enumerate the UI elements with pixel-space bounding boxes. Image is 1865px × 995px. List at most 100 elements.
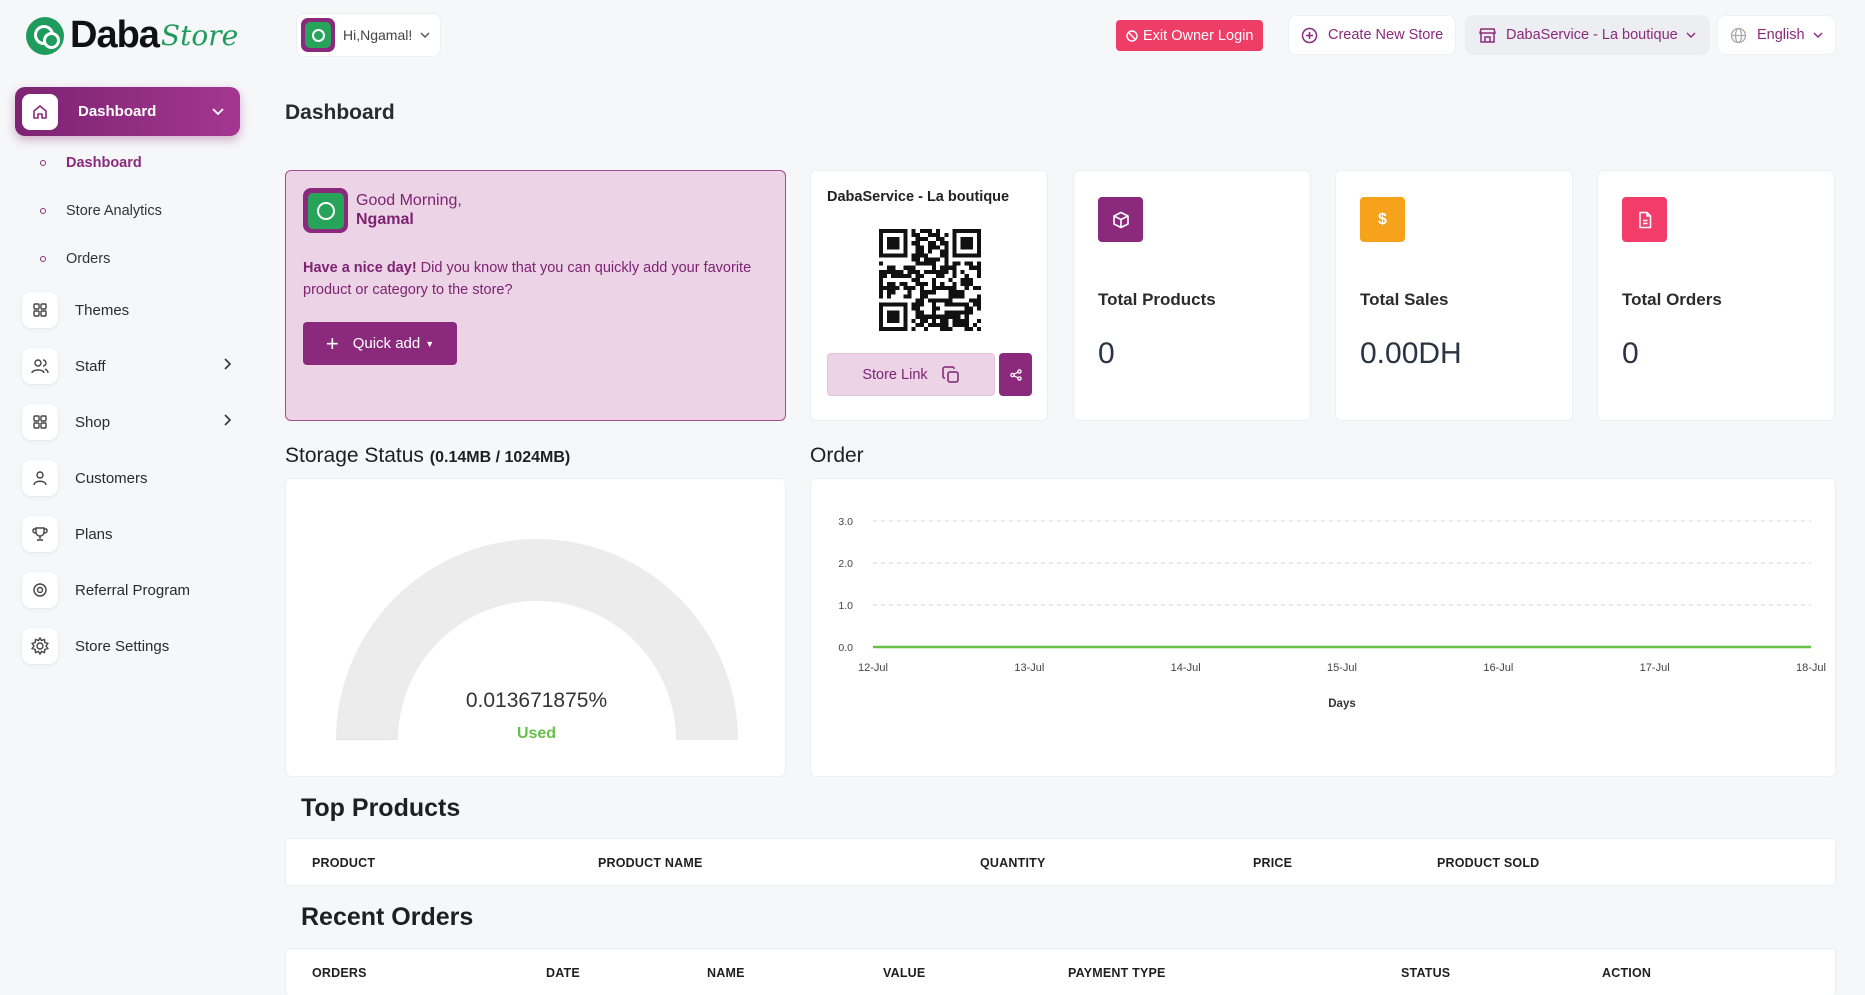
grid-icon — [22, 404, 58, 440]
share-button[interactable] — [999, 353, 1032, 396]
column-header[interactable]: PAYMENT TYPE — [1068, 966, 1166, 980]
column-header[interactable]: QUANTITY — [980, 856, 1046, 870]
create-new-store-button[interactable]: Create New Store — [1288, 15, 1457, 55]
sidebar-item-store-settings[interactable]: Store Settings — [22, 627, 232, 665]
subitem-dashboard[interactable]: Dashboard — [40, 155, 142, 171]
trophy-icon — [22, 516, 58, 552]
sidebar-item-staff[interactable]: Staff — [22, 347, 232, 385]
store-selector-label: DabaService - La boutique — [1506, 27, 1678, 43]
stat-total-products: Total Products 0 — [1073, 170, 1311, 421]
column-header[interactable]: ORDERS — [312, 966, 367, 980]
whatsapp-bag-icon — [305, 22, 331, 48]
y-tick-label: 3.0 — [838, 516, 853, 528]
target-icon — [22, 572, 58, 608]
chevron-down-icon — [420, 29, 430, 41]
subitem-store-analytics[interactable]: Store Analytics — [40, 203, 162, 219]
sidebar-item-shop[interactable]: Shop — [22, 403, 232, 441]
stat-value: 0.00DH — [1360, 337, 1462, 370]
logo-icon — [26, 16, 64, 55]
whatsapp-bag-icon — [307, 192, 344, 229]
y-tick-label: 2.0 — [838, 558, 853, 570]
column-header[interactable]: PRODUCT — [312, 856, 375, 870]
qr-modules — [879, 229, 981, 331]
column-header[interactable]: PRICE — [1253, 856, 1292, 870]
stat-total-sales: $ Total Sales 0.00DH — [1335, 170, 1573, 421]
column-header[interactable]: ACTION — [1602, 966, 1651, 980]
column-header[interactable]: NAME — [707, 966, 745, 980]
quick-add-label: Quick add — [352, 335, 421, 352]
storage-used-label: Used — [516, 725, 557, 742]
user-icon — [22, 460, 58, 496]
chevron-down-icon — [1813, 29, 1823, 41]
caret-down-icon: ▼ — [425, 338, 435, 349]
user-menu[interactable]: Hi,Ngamal! — [296, 13, 442, 57]
column-header[interactable]: DATE — [546, 966, 580, 980]
storage-card: 0.013671875% Used — [285, 478, 786, 777]
create-new-store-label: Create New Store — [1328, 27, 1444, 43]
sidebar: Daba Store Dashboard Dashboard Store Ana… — [0, 0, 255, 995]
stat-label: Total Products — [1098, 290, 1216, 309]
recent-orders-title: Recent Orders — [301, 903, 474, 931]
sidebar-item-label: Dashboard — [78, 103, 157, 120]
x-tick-label: 15-Jul — [1327, 662, 1357, 674]
stat-value: 0 — [1098, 337, 1115, 370]
column-header[interactable]: VALUE — [883, 966, 925, 980]
sidebar-item-themes[interactable]: Themes — [22, 291, 232, 329]
storage-title-text: Storage Status — [285, 444, 424, 467]
storage-usage: (0.14MB / 1024MB) — [429, 449, 571, 466]
store-link-label: Store Link — [862, 366, 928, 383]
home-icon — [22, 93, 58, 130]
users-icon — [22, 348, 58, 384]
plus-circle-icon — [1301, 27, 1318, 44]
avatar — [301, 18, 335, 52]
sidebar-item-label: Customers — [75, 469, 148, 487]
x-tick-label: 13-Jul — [1014, 662, 1044, 674]
bullet-icon — [40, 208, 46, 214]
x-axis-label: Days — [1328, 698, 1356, 710]
sidebar-item-customers[interactable]: Customers — [22, 459, 232, 497]
store-icon — [1479, 27, 1496, 43]
chevron-right-icon — [224, 357, 232, 375]
dollar-icon: $ — [1360, 197, 1405, 242]
welcome-message: Have a nice day! Did you know that you c… — [303, 257, 773, 301]
brand-accent: Store — [160, 19, 239, 52]
store-name: DabaService - La boutique — [827, 189, 1010, 205]
sidebar-item-dashboard[interactable]: Dashboard — [15, 87, 240, 136]
sidebar-item-label: Store Settings — [75, 637, 170, 655]
order-title: Order — [810, 444, 864, 467]
top-products-title: Top Products — [301, 794, 461, 822]
welcome-greeting: Good Morning, — [356, 192, 462, 209]
storage-status-title: Storage Status (0.14MB / 1024MB) — [285, 444, 570, 468]
x-tick-label: 12-Jul — [858, 662, 888, 674]
subitem-label: Dashboard — [66, 155, 142, 171]
subitem-orders[interactable]: Orders — [40, 251, 110, 267]
bullet-icon — [40, 160, 46, 166]
welcome-name: Ngamal — [356, 211, 414, 228]
brand-logo[interactable]: Daba Store — [26, 14, 238, 57]
plus-icon: + — [325, 330, 339, 356]
stat-value: 0 — [1622, 337, 1639, 370]
stat-label: Total Orders — [1622, 290, 1722, 309]
sidebar-item-label: Referral Program — [75, 581, 191, 599]
bullet-icon — [40, 256, 46, 262]
storage-percent: 0.013671875% — [465, 689, 608, 712]
stat-label: Total Sales — [1360, 290, 1449, 309]
column-header[interactable]: STATUS — [1401, 966, 1450, 980]
chevron-right-icon — [224, 413, 232, 431]
recent-orders-table-header: ORDERS DATE NAME VALUE PAYMENT TYPE STAT… — [285, 948, 1836, 995]
exit-owner-login-button[interactable]: Exit Owner Login — [1116, 20, 1264, 51]
y-tick-label: 1.0 — [838, 600, 853, 612]
sidebar-item-plans[interactable]: Plans — [22, 515, 232, 553]
sidebar-item-label: Themes — [75, 301, 130, 319]
ban-icon — [1126, 29, 1138, 42]
share-icon — [1009, 368, 1022, 381]
column-header[interactable]: PRODUCT NAME — [598, 856, 702, 870]
sidebar-item-label: Plans — [75, 525, 113, 543]
sidebar-item-referral-program[interactable]: Referral Program — [22, 571, 232, 609]
column-header[interactable]: PRODUCT SOLD — [1437, 856, 1539, 870]
file-icon — [1622, 197, 1667, 242]
store-link-button[interactable]: Store Link — [827, 353, 995, 396]
language-selector[interactable]: English — [1717, 15, 1836, 55]
quick-add-button[interactable]: + Quick add ▼ — [303, 322, 457, 365]
store-selector[interactable]: DabaService - La boutique — [1465, 15, 1710, 55]
